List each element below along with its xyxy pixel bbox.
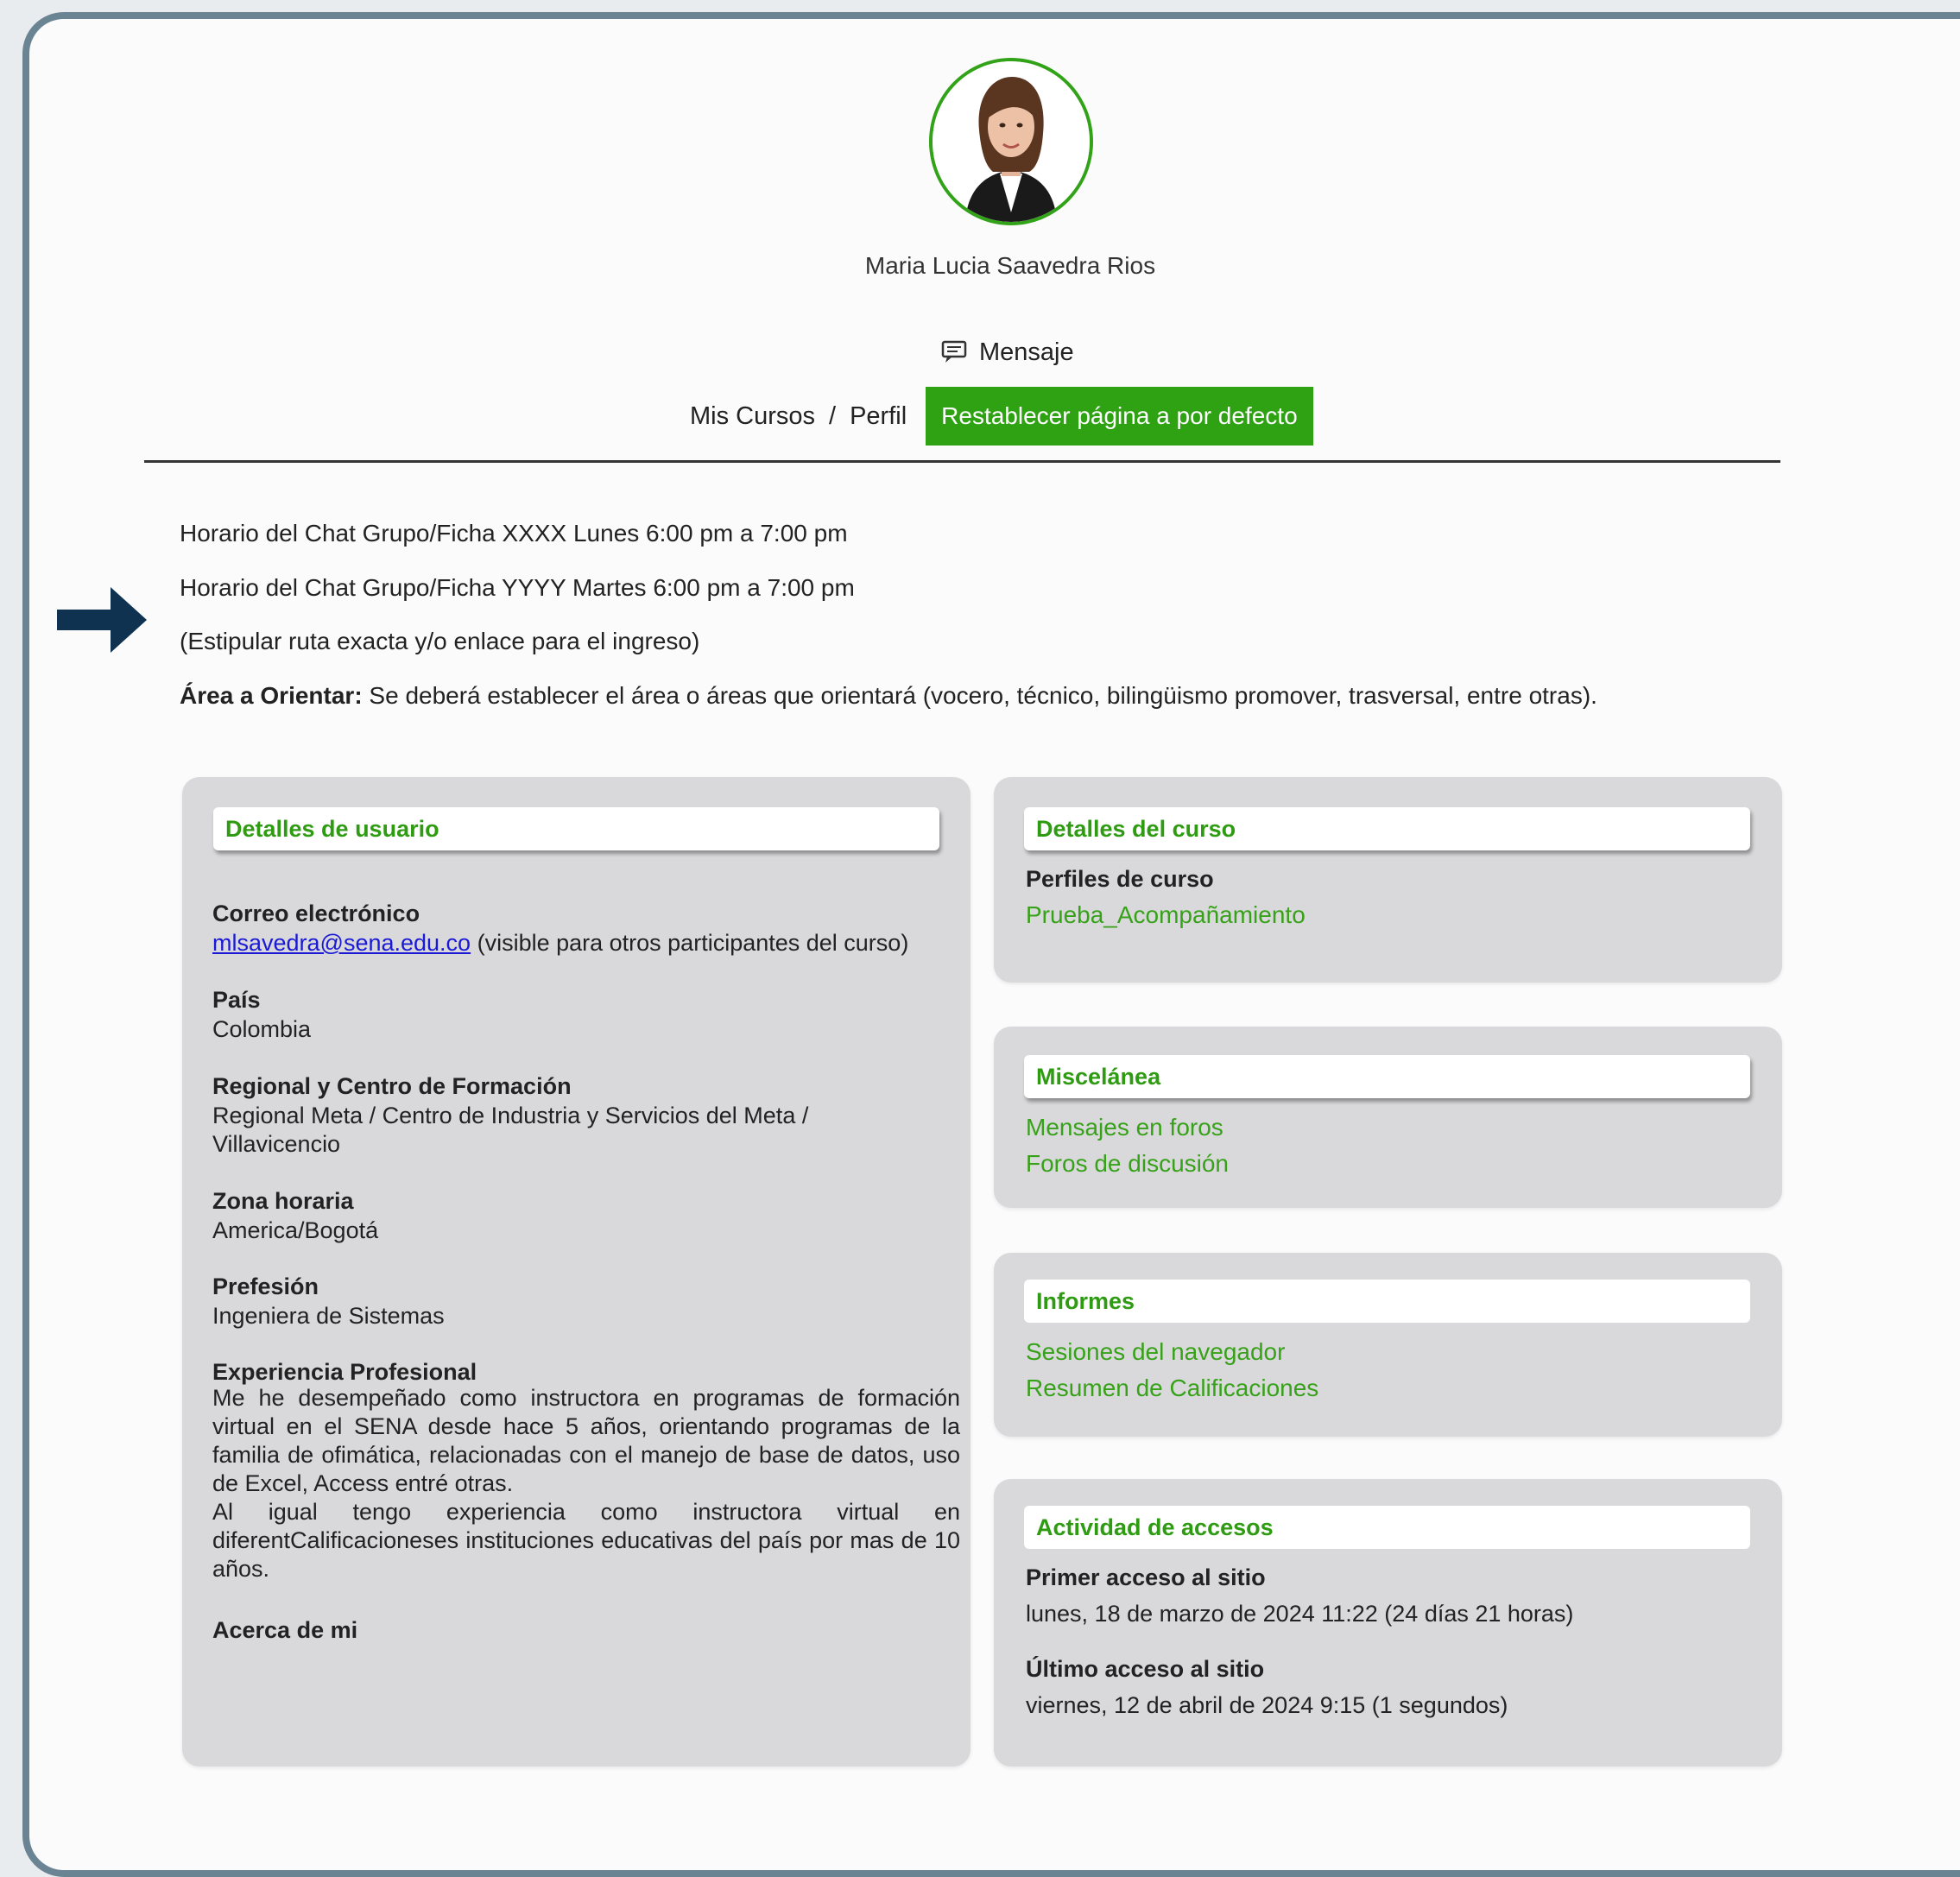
first-access-label: Primer acceso al sitio <box>1026 1564 1266 1590</box>
message-icon <box>941 340 967 363</box>
misc-title: Miscelánea <box>1024 1055 1750 1098</box>
profession-label: Prefesión <box>212 1273 319 1299</box>
email-note: (visible para otros participantes del cu… <box>471 930 909 956</box>
regional-value-line1: Regional Meta / Centro de Industria y Se… <box>212 1103 809 1128</box>
first-access-value: lunes, 18 de marzo de 2024 11:22 (24 día… <box>1026 1601 1574 1627</box>
reports-title: Informes <box>1024 1280 1750 1323</box>
experience-paragraph-2: Al igual tengo experiencia como instruct… <box>212 1499 960 1582</box>
profile-name: Maria Lucia Saavedra Rios <box>864 252 1156 279</box>
experience-label: Experiencia Profesional <box>212 1359 477 1385</box>
timezone-value: America/Bogotá <box>212 1217 379 1243</box>
about-label: Acerca de mi <box>212 1617 358 1643</box>
area-orientar: Área a Orientar: Se deberá establecer el… <box>180 682 1597 710</box>
profession-value: Ingeniera de Sistemas <box>212 1303 445 1329</box>
arrow-right-icon <box>57 587 147 653</box>
avatar-photo <box>933 61 1090 222</box>
country-value: Colombia <box>212 1016 312 1042</box>
timezone-label: Zona horaria <box>212 1188 354 1214</box>
course-details-title: Detalles del curso <box>1024 807 1750 850</box>
last-access-value: viernes, 12 de abril de 2024 9:15 (1 seg… <box>1026 1692 1508 1718</box>
regional-label: Regional y Centro de Formación <box>212 1073 572 1099</box>
area-text: Se deberá establecer el área o áreas que… <box>362 682 1597 709</box>
breadcrumb-separator: / <box>829 401 837 430</box>
forum-posts-link[interactable]: Mensajes en foros <box>1026 1114 1223 1141</box>
reset-page-button[interactable]: Restablecer página a por defecto <box>926 387 1313 446</box>
browser-sessions-link[interactable]: Sesiones del navegador <box>1026 1338 1285 1366</box>
discussion-forums-link[interactable]: Foros de discusión <box>1026 1150 1229 1178</box>
experience-paragraph-1: Me he desempeñado como instructora en pr… <box>212 1385 960 1496</box>
breadcrumb-perfil[interactable]: Perfil <box>850 402 907 431</box>
user-details-title: Detalles de usuario <box>213 807 939 850</box>
last-access-label: Último acceso al sitio <box>1026 1656 1265 1682</box>
breadcrumb-mis-cursos[interactable]: Mis Cursos <box>690 402 815 431</box>
route-note: (Estipular ruta exacta y/o enlace para e… <box>180 628 700 654</box>
chat-schedule-yyyy: Horario del Chat Grupo/Ficha YYYY Martes… <box>180 574 855 601</box>
regional-value-line2: Villavicencio <box>212 1131 341 1157</box>
divider <box>144 460 1780 463</box>
area-label: Área a Orientar: <box>180 682 363 709</box>
country-label: País <box>212 987 261 1013</box>
course-profiles-label: Perfiles de curso <box>1026 866 1214 892</box>
email-link[interactable]: mlsavedra@sena.edu.co <box>212 930 471 956</box>
chat-schedule-xxxx: Horario del Chat Grupo/Ficha XXXX Lunes … <box>180 520 848 547</box>
email-row: mlsavedra@sena.edu.co (visible para otro… <box>212 929 908 957</box>
email-label: Correo electrónico <box>212 901 420 926</box>
breadcrumb: Mis Cursos / Perfil Restablecer página a… <box>690 387 1313 446</box>
experience-text: Me he desempeñado como instructora en pr… <box>212 1384 960 1583</box>
message-button[interactable]: Mensaje <box>941 335 1074 370</box>
avatar[interactable] <box>929 58 1093 225</box>
course-profile-link[interactable]: Prueba_Acompañamiento <box>1026 901 1306 929</box>
access-title: Actividad de accesos <box>1024 1506 1750 1549</box>
grades-summary-link[interactable]: Resumen de Calificaciones <box>1026 1375 1318 1402</box>
message-label: Mensaje <box>979 338 1074 366</box>
